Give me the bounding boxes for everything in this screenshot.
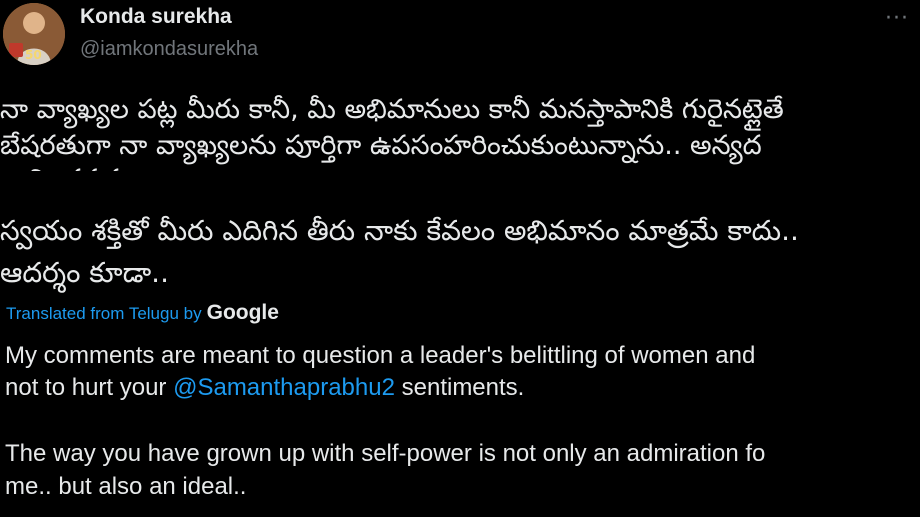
translated-text-line: The way you have grown up with self-powe… [5, 440, 766, 467]
more-icon: ··· [885, 6, 909, 31]
crop-divider [0, 171, 920, 174]
avatar-badge: 50 [25, 48, 42, 62]
more-options-button[interactable]: ··· [880, 2, 914, 36]
avatar[interactable]: 50 [3, 3, 65, 65]
translated-text-line: My comments are meant to question a lead… [5, 342, 756, 369]
tweet-text-telugu-line: బేషరతుగా నా వ్యాఖ్యలను పూర్తిగా ఉపసంహరిం… [0, 130, 762, 161]
author-handle[interactable]: @iamkondasurekha [80, 38, 258, 61]
translated-text-line: not to hurt your @Samanthaprabhu2 sentim… [5, 374, 524, 402]
tweet-text-telugu-line: నా వ్యాఖ్యల పట్ల మీరు కానీ, మీ అభిమానులు… [0, 94, 784, 125]
tweet-text-telugu-line: ఆదర్శం కూడా.. [0, 256, 169, 289]
author-display-name[interactable]: Konda surekha [80, 5, 232, 29]
translated-text-line: me.. but also an ideal.. [5, 473, 247, 500]
translated-text-segment: sentiments. [394, 374, 525, 401]
translated-text-segment: not to hurt your [5, 374, 174, 401]
translation-label: Translated from Telugu by [6, 304, 202, 323]
avatar-image: 50 [3, 3, 65, 65]
mention-link[interactable]: @Samanthaprabhu2 [173, 374, 395, 401]
google-logo: Google [206, 301, 279, 324]
tweet-card: 50 Konda surekha @iamkondasurekha ··· నా… [0, 0, 920, 517]
translation-attribution[interactable]: Translated from Telugu by Google [6, 301, 279, 325]
tweet-text-telugu-line: స్వయం శక్తితో మీరు ఎదిగిన తీరు నాకు కేవల… [0, 214, 799, 247]
